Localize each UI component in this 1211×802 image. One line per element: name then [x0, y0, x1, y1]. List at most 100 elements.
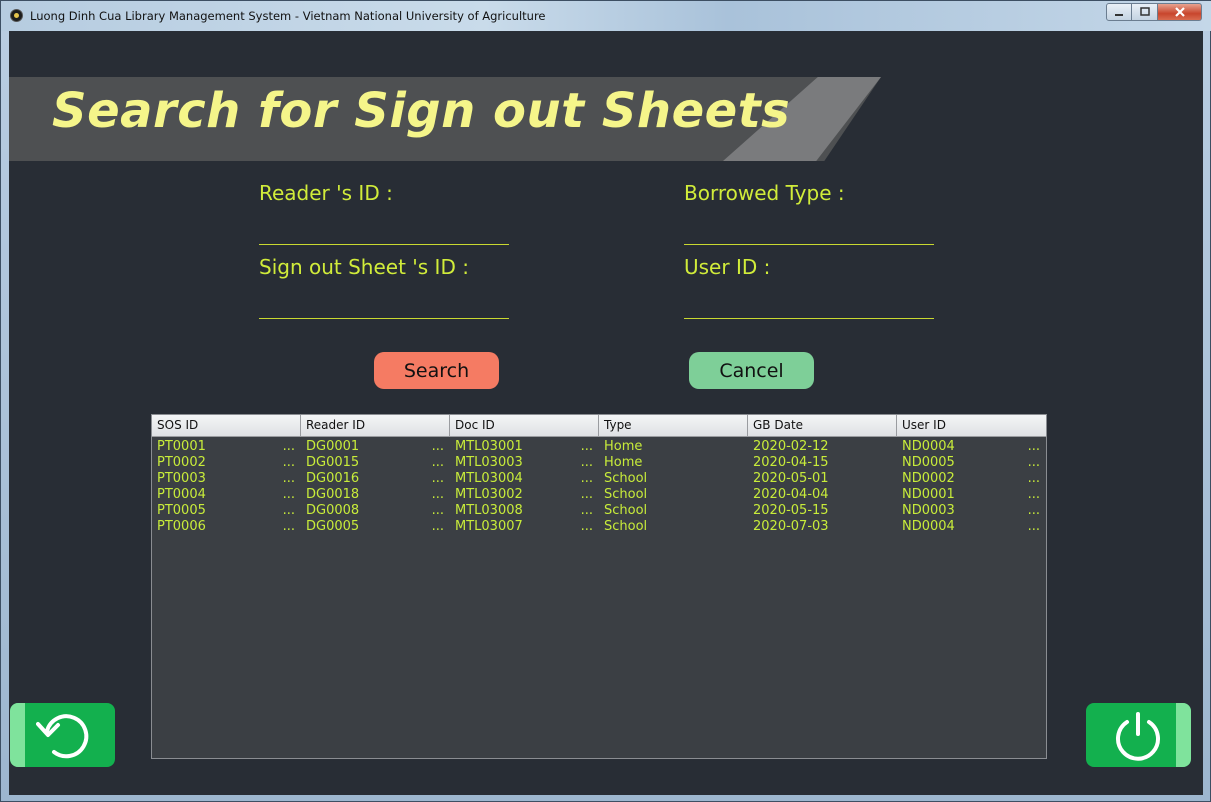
borrowed-type-input[interactable]: [684, 222, 934, 245]
back-button[interactable]: [10, 703, 115, 767]
table-cell: MTL03002...: [450, 487, 599, 503]
truncation-ellipsis: ...: [431, 439, 444, 454]
truncation-ellipsis: ...: [580, 455, 593, 470]
table-row[interactable]: PT0003... DG0016... MTL03004... School 2020-…: [152, 471, 1046, 487]
cell-value: ND0005: [902, 455, 955, 470]
truncation-ellipsis: ...: [1027, 455, 1040, 470]
table-row[interactable]: PT0006... DG0005... MTL03007... School 2020-…: [152, 519, 1046, 535]
column-header-type[interactable]: Type: [599, 415, 748, 436]
cell-value: DG0008: [306, 503, 360, 518]
truncation-ellipsis: ...: [580, 503, 593, 518]
truncation-ellipsis: ...: [282, 439, 295, 454]
cell-value: School: [604, 503, 648, 518]
table-cell: MTL03008...: [450, 503, 599, 519]
cell-value: DG0001: [306, 439, 360, 454]
column-header-user-id[interactable]: User ID: [897, 415, 1046, 436]
reader-id-label: Reader 's ID :: [259, 181, 393, 205]
cell-value: MTL03004: [455, 471, 523, 486]
table-cell: PT0006...: [152, 519, 301, 535]
truncation-ellipsis: ...: [282, 503, 295, 518]
table-row[interactable]: PT0005... DG0008... MTL03008... School 2020-…: [152, 503, 1046, 519]
table-cell: ND0002...: [897, 471, 1046, 487]
back-button-stripe: [10, 703, 25, 767]
cell-value: PT0004: [157, 487, 206, 502]
table-cell: School: [599, 503, 748, 519]
cell-value: Home: [604, 455, 643, 470]
column-header-sos-id[interactable]: SOS ID: [152, 415, 301, 436]
user-id-label: User ID :: [684, 255, 771, 279]
column-header-gb-date[interactable]: GB Date: [748, 415, 897, 436]
cell-value: ND0004: [902, 519, 955, 534]
main-panel: Search for Sign out Sheets Reader 's ID …: [9, 31, 1203, 795]
column-header-reader-id[interactable]: Reader ID: [301, 415, 450, 436]
cell-value: PT0001: [157, 439, 206, 454]
table-cell: 2020-02-12: [748, 439, 897, 455]
window-controls: [1106, 3, 1202, 23]
cell-value: 2020-02-12: [753, 439, 829, 454]
cell-value: PT0002: [157, 455, 206, 470]
close-button[interactable]: [1158, 3, 1202, 21]
exit-button[interactable]: [1086, 703, 1191, 767]
cell-value: MTL03001: [455, 439, 523, 454]
user-id-input[interactable]: [684, 296, 934, 319]
search-button[interactable]: Search: [374, 352, 499, 389]
maximize-button[interactable]: [1132, 3, 1158, 21]
cell-value: DG0016: [306, 471, 360, 486]
cell-value: DG0005: [306, 519, 360, 534]
truncation-ellipsis: ...: [1027, 519, 1040, 534]
truncation-ellipsis: ...: [1027, 503, 1040, 518]
table-cell: School: [599, 471, 748, 487]
minimize-button[interactable]: [1106, 3, 1132, 21]
table-row[interactable]: PT0001... DG0001... MTL03001... Home 2020-02…: [152, 439, 1046, 455]
table-cell: Home: [599, 439, 748, 455]
table-cell: MTL03007...: [450, 519, 599, 535]
table-cell: School: [599, 487, 748, 503]
minimize-icon: [1115, 14, 1123, 16]
table-cell: PT0003...: [152, 471, 301, 487]
cell-value: 2020-07-03: [753, 519, 829, 534]
cell-value: School: [604, 519, 648, 534]
table-cell: MTL03001...: [450, 439, 599, 455]
cell-value: ND0002: [902, 471, 955, 486]
table-cell: ND0001...: [897, 487, 1046, 503]
results-table[interactable]: SOS ID Reader ID Doc ID Type GB Date Use…: [151, 414, 1047, 759]
table-cell: 2020-07-03: [748, 519, 897, 535]
table-row[interactable]: PT0004... DG0018... MTL03002... School 2020-…: [152, 487, 1046, 503]
title-bar[interactable]: Luong Dinh Cua Library Management System…: [1, 1, 1211, 31]
truncation-ellipsis: ...: [431, 503, 444, 518]
cancel-button[interactable]: Cancel: [689, 352, 814, 389]
table-row[interactable]: PT0002... DG0015... MTL03003... Home 2020-04…: [152, 455, 1046, 471]
cell-value: Home: [604, 439, 643, 454]
cell-value: MTL03007: [455, 519, 523, 534]
truncation-ellipsis: ...: [282, 455, 295, 470]
sign-out-sheet-id-label: Sign out Sheet 's ID :: [259, 255, 469, 279]
close-icon: [1174, 7, 1185, 17]
table-cell: PT0001...: [152, 439, 301, 455]
table-cell: School: [599, 519, 748, 535]
reader-id-input[interactable]: [259, 222, 509, 245]
cell-value: DG0018: [306, 487, 360, 502]
truncation-ellipsis: ...: [282, 487, 295, 502]
truncation-ellipsis: ...: [431, 455, 444, 470]
table-cell: DG0018...: [301, 487, 450, 503]
table-cell: DG0015...: [301, 455, 450, 471]
table-cell: DG0001...: [301, 439, 450, 455]
page-title: Search for Sign out Sheets: [52, 83, 791, 139]
truncation-ellipsis: ...: [1027, 439, 1040, 454]
table-cell: PT0002...: [152, 455, 301, 471]
cell-value: PT0005: [157, 503, 206, 518]
truncation-ellipsis: ...: [580, 439, 593, 454]
column-header-doc-id[interactable]: Doc ID: [450, 415, 599, 436]
truncation-ellipsis: ...: [431, 519, 444, 534]
table-cell: 2020-05-15: [748, 503, 897, 519]
sign-out-sheet-id-input[interactable]: [259, 296, 509, 319]
truncation-ellipsis: ...: [431, 471, 444, 486]
table-cell: PT0005...: [152, 503, 301, 519]
truncation-ellipsis: ...: [282, 519, 295, 534]
cell-value: MTL03003: [455, 455, 523, 470]
table-cell: MTL03003...: [450, 455, 599, 471]
cell-value: 2020-05-01: [753, 471, 829, 486]
table-cell: PT0004...: [152, 487, 301, 503]
table-cell: ND0003...: [897, 503, 1046, 519]
table-cell: DG0008...: [301, 503, 450, 519]
